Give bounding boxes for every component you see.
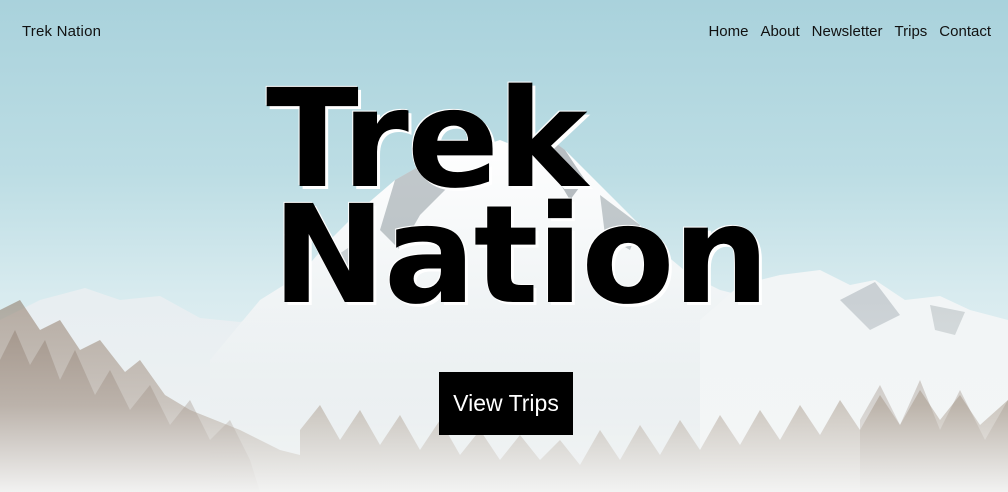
hero-title-line-2: Nation [272, 177, 769, 335]
nav-link-contact[interactable]: Contact [939, 23, 991, 40]
nav-link-newsletter[interactable]: Newsletter [812, 23, 883, 40]
top-navigation-bar: Trek Nation Home About Newsletter Trips … [0, 0, 1008, 64]
nav-link-home[interactable]: Home [708, 23, 748, 40]
hero-section: Trek Nation Home About Newsletter Trips … [0, 0, 1008, 492]
main-nav: Home About Newsletter Trips Contact [708, 23, 991, 40]
nav-link-about[interactable]: About [760, 23, 799, 40]
hero-title: Trek Nation [266, 72, 769, 335]
nav-link-trips[interactable]: Trips [895, 23, 928, 40]
view-trips-button[interactable]: View Trips [439, 372, 573, 435]
site-logo-text[interactable]: Trek Nation [22, 23, 101, 40]
